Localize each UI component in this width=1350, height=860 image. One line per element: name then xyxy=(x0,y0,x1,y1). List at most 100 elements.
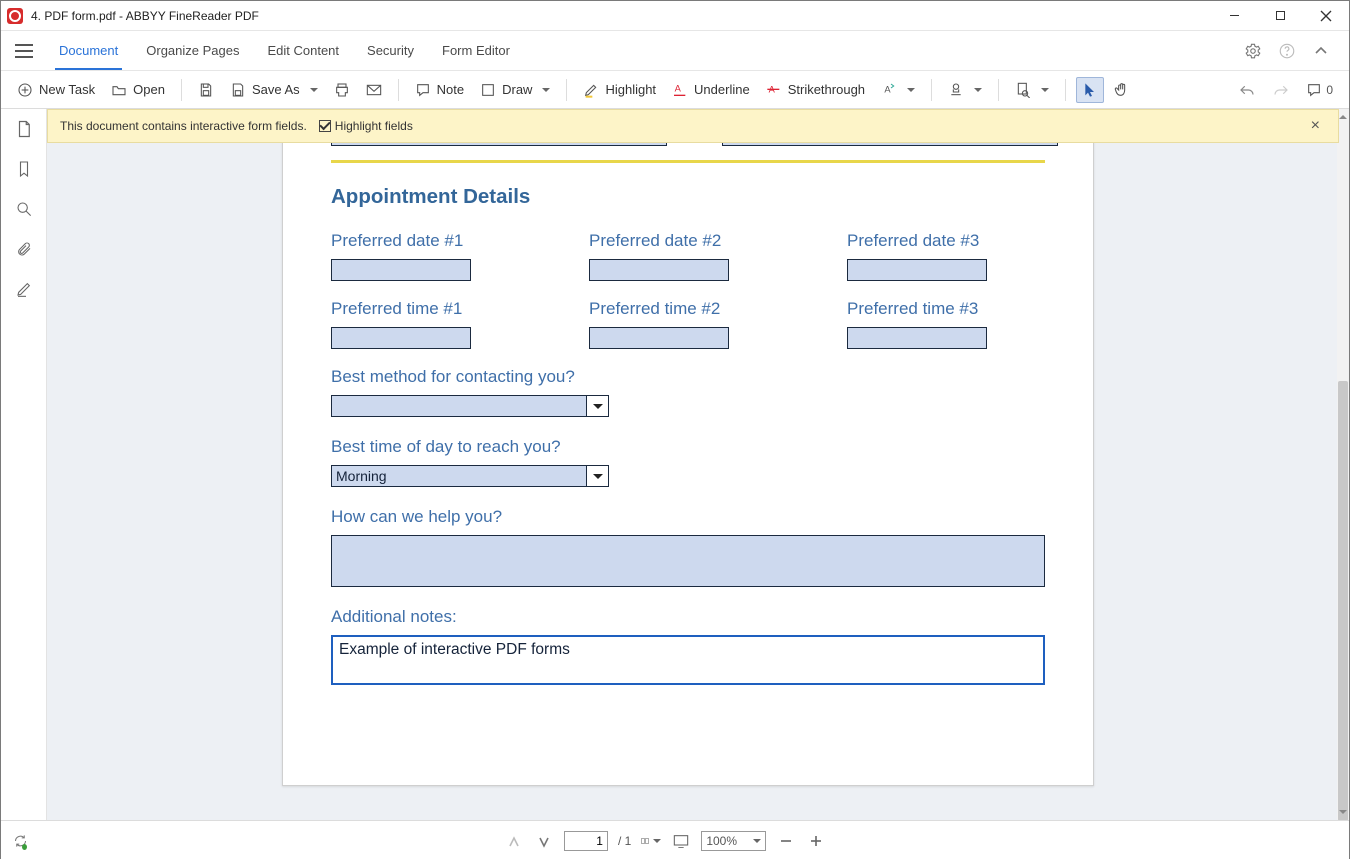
date2-label: Preferred date #2 xyxy=(589,231,787,251)
workspace: This document contains interactive form … xyxy=(1,109,1349,820)
signatures-panel-icon[interactable] xyxy=(12,277,36,301)
tab-document[interactable]: Document xyxy=(45,31,132,70)
tab-form-editor[interactable]: Form Editor xyxy=(428,31,524,70)
email-button[interactable] xyxy=(360,79,388,101)
search-doc-button[interactable] xyxy=(1009,78,1055,102)
pdf-page: Phone number Email address Appointment D… xyxy=(282,109,1094,786)
main-tabs-row: Document Organize Pages Edit Content Sec… xyxy=(1,31,1349,71)
notice-close-button[interactable]: × xyxy=(1305,117,1326,135)
toolbar-separator xyxy=(181,79,182,101)
how-help-input[interactable] xyxy=(331,535,1045,587)
sync-status-icon[interactable] xyxy=(13,831,33,851)
best-method-value xyxy=(331,395,587,417)
new-task-label: New Task xyxy=(39,82,95,97)
page-layout-button[interactable] xyxy=(641,831,661,851)
save-as-button[interactable]: Save As xyxy=(224,78,324,102)
page-total-label: / 1 xyxy=(618,834,631,848)
svg-text:A: A xyxy=(884,84,891,94)
date3-input[interactable] xyxy=(847,259,987,281)
section-divider xyxy=(331,160,1045,163)
highlight-fields-label: Highlight fields xyxy=(335,119,413,133)
status-ok-dot xyxy=(22,844,27,850)
page-number-input[interactable] xyxy=(564,831,608,851)
next-page-button[interactable] xyxy=(534,831,554,851)
undo-button[interactable] xyxy=(1232,79,1262,101)
open-label: Open xyxy=(133,82,165,97)
attachments-panel-icon[interactable] xyxy=(12,237,36,261)
time3-label: Preferred time #3 xyxy=(847,299,1045,319)
highlight-label: Highlight xyxy=(605,82,656,97)
how-help-label: How can we help you? xyxy=(331,507,1045,527)
window-maximize-button[interactable] xyxy=(1257,1,1303,31)
strikethrough-tool-button[interactable]: A Strikethrough xyxy=(760,78,871,102)
text-style-button[interactable]: A xyxy=(875,78,921,102)
notice-text: This document contains interactive form … xyxy=(60,119,307,133)
draw-label: Draw xyxy=(502,82,532,97)
form-fields-notice: This document contains interactive form … xyxy=(47,109,1339,143)
status-bar: / 1 100% xyxy=(1,820,1349,860)
chevron-down-icon xyxy=(587,465,609,487)
redo-button[interactable] xyxy=(1266,79,1296,101)
bookmarks-panel-icon[interactable] xyxy=(12,157,36,181)
print-button[interactable] xyxy=(328,78,356,102)
note-tool-button[interactable]: Note xyxy=(409,78,470,102)
tab-security[interactable]: Security xyxy=(353,31,428,70)
scrollbar-thumb[interactable] xyxy=(1338,381,1348,820)
document-viewport[interactable]: This document contains interactive form … xyxy=(47,109,1349,820)
hand-tool-button[interactable] xyxy=(1108,78,1136,102)
section-title: Appointment Details xyxy=(331,185,1045,209)
save-button[interactable] xyxy=(192,78,220,102)
toolbar-separator xyxy=(566,79,567,101)
time3-input[interactable] xyxy=(847,327,987,349)
toolbar-separator xyxy=(998,79,999,101)
time1-label: Preferred time #1 xyxy=(331,299,529,319)
pointer-tool-button[interactable] xyxy=(1076,77,1104,103)
new-task-button[interactable]: New Task xyxy=(11,78,101,102)
zoom-select[interactable]: 100% xyxy=(701,831,766,851)
comments-panel-button[interactable]: 0 xyxy=(1300,78,1339,102)
best-time-label: Best time of day to reach you? xyxy=(331,437,1045,457)
highlight-fields-checkbox[interactable]: Highlight fields xyxy=(319,119,413,133)
strike-label: Strikethrough xyxy=(788,82,865,97)
comments-count: 0 xyxy=(1326,83,1333,97)
app-icon xyxy=(7,8,23,24)
toolbar-separator xyxy=(1065,79,1066,101)
open-button[interactable]: Open xyxy=(105,78,171,101)
window-minimize-button[interactable] xyxy=(1211,1,1257,31)
tab-organize-pages[interactable]: Organize Pages xyxy=(132,31,253,70)
pages-panel-icon[interactable] xyxy=(12,117,36,141)
best-method-dropdown[interactable] xyxy=(331,395,609,417)
prev-page-button[interactable] xyxy=(504,831,524,851)
additional-notes-input[interactable]: Example of interactive PDF forms xyxy=(331,635,1045,685)
hamburger-menu-button[interactable] xyxy=(9,31,39,70)
left-side-rail xyxy=(1,109,47,820)
zoom-value: 100% xyxy=(706,834,737,848)
best-time-dropdown[interactable]: Morning xyxy=(331,465,609,487)
chevron-down-icon xyxy=(587,395,609,417)
toolbar-separator xyxy=(398,79,399,101)
scroll-down-arrow-icon[interactable] xyxy=(1337,808,1349,820)
time2-input[interactable] xyxy=(589,327,729,349)
best-method-label: Best method for contacting you? xyxy=(331,367,1045,387)
search-panel-icon[interactable] xyxy=(12,197,36,221)
time1-input[interactable] xyxy=(331,327,471,349)
underline-tool-button[interactable]: A Underline xyxy=(666,78,756,102)
zoom-out-button[interactable] xyxy=(776,831,796,851)
help-icon[interactable] xyxy=(1277,41,1297,61)
stamp-tool-button[interactable] xyxy=(942,78,988,102)
highlight-tool-button[interactable]: Highlight xyxy=(577,78,662,102)
tab-edit-content[interactable]: Edit Content xyxy=(253,31,353,70)
date1-input[interactable] xyxy=(331,259,471,281)
date3-label: Preferred date #3 xyxy=(847,231,1045,251)
zoom-in-button[interactable] xyxy=(806,831,826,851)
draw-tool-button[interactable]: Draw xyxy=(474,78,556,102)
notes-label: Additional notes: xyxy=(331,607,1045,627)
vertical-scrollbar[interactable] xyxy=(1337,109,1349,820)
window-close-button[interactable] xyxy=(1303,1,1349,31)
document-toolbar: New Task Open Save As Note Draw Highligh… xyxy=(1,71,1349,109)
settings-gear-icon[interactable] xyxy=(1243,41,1263,61)
date2-input[interactable] xyxy=(589,259,729,281)
titlebar: 4. PDF form.pdf - ABBYY FineReader PDF xyxy=(1,1,1349,31)
collapse-ribbon-icon[interactable] xyxy=(1311,41,1331,61)
fit-screen-button[interactable] xyxy=(671,831,691,851)
